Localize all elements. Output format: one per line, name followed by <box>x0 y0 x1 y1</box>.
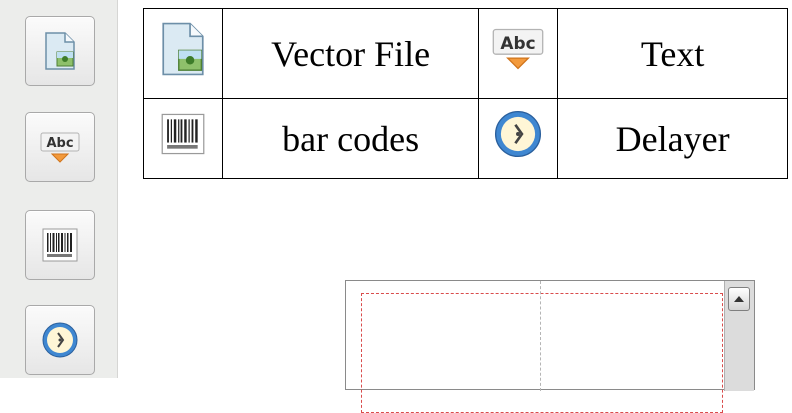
text-tool-button[interactable]: Abc <box>25 112 95 182</box>
svg-text:Abc: Abc <box>501 33 536 53</box>
barcode-icon <box>42 228 78 262</box>
text-abc-icon: Abc <box>492 26 544 81</box>
delayer-tool-button[interactable] <box>25 305 95 375</box>
table-row: Vector File Abc Text <box>143 7 788 100</box>
clock-icon <box>41 321 79 359</box>
table-row: bar codes Delayer <box>143 98 788 179</box>
legend-label-text: Text <box>557 7 788 100</box>
text-abc-icon: Abc <box>40 130 80 164</box>
legend-label-bar-codes: bar codes <box>221 98 480 179</box>
legend-label-delayer: Delayer <box>557 98 788 179</box>
tool-legend-table: Vector File Abc Text bar codes Delayer <box>143 7 788 179</box>
clock-icon <box>493 109 543 168</box>
legend-icon-cell <box>478 98 559 179</box>
legend-icon-cell: Abc <box>478 7 559 100</box>
legend-label-vector-file: Vector File <box>221 7 480 100</box>
vector-file-tool-button[interactable] <box>25 16 95 86</box>
scroll-up-button[interactable] <box>728 287 750 311</box>
vector-file-icon <box>159 20 207 87</box>
barcode-icon <box>161 112 205 165</box>
barcode-tool-button[interactable] <box>25 210 95 280</box>
vector-file-icon <box>43 32 77 70</box>
printable-area-outline <box>361 293 723 413</box>
svg-text:Abc: Abc <box>46 136 73 151</box>
triangle-up-icon <box>733 290 745 308</box>
legend-icon-cell <box>143 7 223 100</box>
center-guide-line <box>540 281 541 391</box>
vertical-scrollbar[interactable] <box>724 281 754 391</box>
design-canvas[interactable] <box>345 280 755 413</box>
toolbox: Abc <box>0 0 118 378</box>
legend-icon-cell <box>143 98 223 179</box>
